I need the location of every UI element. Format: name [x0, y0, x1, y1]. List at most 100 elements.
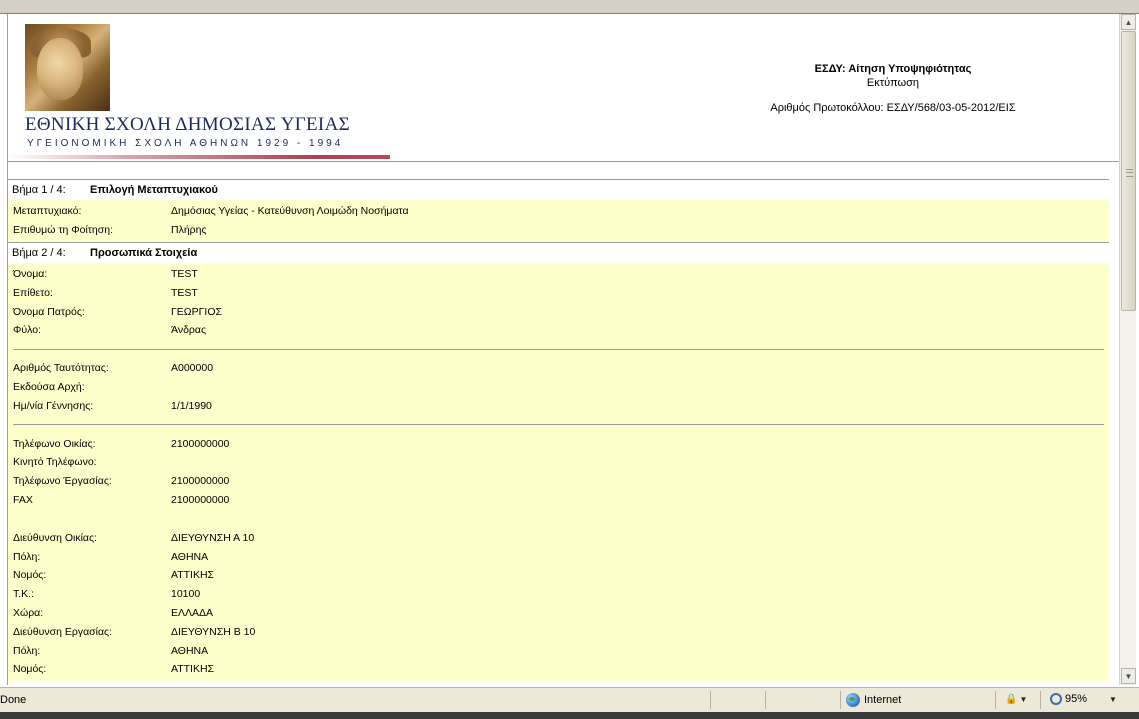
scroll-up-button[interactable]: ▲ — [1121, 14, 1136, 30]
field-label: Φύλο: — [13, 324, 41, 337]
field-value: TEST — [171, 267, 198, 280]
field-label: Τηλέφωνο Οικίας: — [13, 437, 96, 450]
field-label: Νομός: — [13, 663, 47, 676]
field-value: ΑΘΗΝΑ — [171, 644, 209, 657]
field-row: Τ.Κ.: 10100 — [8, 585, 1109, 604]
protocol-number: Αριθμός Πρωτοκόλλου: ΕΣΔΥ/568/03-05-2012… — [770, 102, 1016, 114]
document-print-label: Εκτύπωση — [866, 77, 920, 89]
group-gap — [8, 509, 1109, 528]
application-content: Βήμα 1 / 4: Επιλογή Μεταπτυχιακού Μεταπτυχ… — [8, 179, 1109, 681]
field-label: Νομός: — [13, 569, 47, 582]
field-label: Επιθυμώ τη Φοίτηση: — [13, 224, 114, 237]
field-row: Όνομα: TEST — [8, 265, 1109, 284]
field-label: Διεύθυνση Εργασίας: — [13, 625, 112, 638]
field-row: Εκδούσα Αρχή: — [8, 378, 1109, 397]
field-label: Τ.Κ.: — [13, 588, 35, 601]
school-subtitle: ΥΓΕΙΟΝΟΜΙΚΗ ΣΧΟΛΗ ΑΘΗΝΩΝ 1929 - 1994 — [27, 138, 344, 149]
scroll-thumb[interactable] — [1121, 31, 1136, 311]
field-row: Όνομα Πατρός: ΓΕΩΡΓΙΟΣ — [8, 302, 1109, 321]
step-header: Βήμα 1 / 4: Επιλογή Μεταπτυχιακού — [8, 179, 1109, 200]
field-row: Πόλη: ΑΘΗΝΑ — [8, 547, 1109, 566]
logo-face — [37, 38, 83, 100]
field-row: Επιθυμώ τη Φοίτηση: Πλήρης — [8, 221, 1109, 240]
field-value: ΑΤΤΙΚΗΣ — [171, 569, 215, 582]
field-value: 1/1/1990 — [171, 399, 212, 412]
field-label: Πόλη: — [13, 550, 41, 563]
field-row: Φύλο: Άνδρας — [8, 321, 1109, 340]
field-value: ΕΛΛΑΔΑ — [171, 606, 214, 619]
security-zone[interactable]: Internet — [846, 693, 901, 707]
field-value: ΓΕΩΡΓΙΟΣ — [171, 305, 222, 318]
field-label: Τηλέφωνο Έργασίας: — [13, 475, 112, 488]
globe-icon — [846, 693, 860, 707]
browser-top-edge — [0, 0, 1139, 14]
scroll-down-button[interactable]: ▼ — [1121, 668, 1136, 684]
field-label: FAX — [13, 493, 33, 506]
zoom-level: 95% — [1065, 693, 1088, 705]
field-row: Χώρα: ΕΛΛΑΔΑ — [8, 604, 1109, 623]
status-bar: Done Internet 🔒 ▼ 95% ▼ — [0, 687, 1139, 712]
group-separator — [13, 348, 1104, 350]
field-value: 10100 — [171, 588, 201, 601]
field-value: Δημόσιας Υγείας - Κατεύθυνση Λοιμώδη Νοσ… — [171, 205, 409, 218]
field-value: 2100000000 — [171, 437, 230, 450]
group-separator — [13, 424, 1104, 426]
field-row: Διεύθυνση Οικίας: ΔΙΕΥΘΥΝΣΗ Α 10 — [8, 528, 1109, 547]
field-label: Διεύθυνση Οικίας: — [13, 531, 97, 544]
field-label: Κινητό Τηλέφωνο: — [13, 456, 97, 469]
field-label: Πόλη: — [13, 644, 41, 657]
school-logo-image — [25, 24, 110, 111]
step-title: Επιλογή Μεταπτυχιακού — [90, 184, 218, 196]
field-label: Χώρα: — [13, 606, 44, 619]
field-label: Όνομα Πατρός: — [13, 305, 85, 318]
field-label: Εκδούσα Αρχή: — [13, 380, 85, 393]
field-row: Νομός: ΑΤΤΙΚΗΣ — [8, 660, 1109, 679]
field-value: ΔΙΕΥΘΥΝΣΗ Α 10 — [171, 531, 255, 544]
field-row: Διεύθυνση Εργασίας: ΔΙΕΥΘΥΝΣΗ Β 10 — [8, 622, 1109, 641]
field-value: Α000000 — [171, 362, 214, 375]
field-row: Τηλέφωνο Οικίας: 2100000000 — [8, 434, 1109, 453]
field-value: ΑΤΤΙΚΗΣ — [171, 663, 215, 676]
page-header: ΕΘΝΙΚΗ ΣΧΟΛΗ ΔΗΜΟΣΙΑΣ ΥΓΕΙΑΣ ΥΓΕΙΟΝΟΜΙΚΗ… — [8, 14, 1119, 162]
field-row: Νομός: ΑΤΤΙΚΗΣ — [8, 566, 1109, 585]
step-section: Όνομα: TEST Επίθετο: TEST Όνομα Πατρός: ΓΕΩΡΓ… — [8, 262, 1109, 681]
status-divider — [840, 691, 841, 709]
step-title: Προσωπικά Στοιχεία — [90, 246, 198, 259]
page-viewport: ΕΘΝΙΚΗ ΣΧΟΛΗ ΔΗΜΟΣΙΑΣ ΥΓΕΙΑΣ ΥΓΕΙΟΝΟΜΙΚΗ… — [7, 14, 1119, 685]
field-label: Μεταπτυχιακό: — [13, 205, 82, 218]
protected-mode-icon[interactable]: 🔒 ▼ — [1005, 694, 1027, 705]
field-row: FAX 2100000000 — [8, 491, 1109, 510]
zoom-dropdown-icon[interactable]: ▼ — [1109, 695, 1117, 704]
zoom-control[interactable]: 95% ▼ — [1050, 693, 1117, 705]
step-header: Βήμα 2 / 4: Προσωπικά Στοιχεία — [8, 241, 1109, 263]
field-value: Πλήρης — [171, 224, 207, 237]
field-value: 2100000000 — [171, 475, 230, 488]
status-divider — [710, 691, 711, 709]
field-row: Ημ/νία Γέννησης: 1/1/1990 — [8, 396, 1109, 415]
field-row: Κινητό Τηλέφωνο: — [8, 453, 1109, 472]
field-row: Πόλη: ΑΘΗΝΑ — [8, 641, 1109, 660]
field-row: Επίθετο: TEST — [8, 283, 1109, 302]
logo-underline — [8, 155, 390, 159]
field-label: Αριθμός Ταυτότητας: — [13, 362, 109, 375]
status-divider — [765, 691, 766, 709]
field-value: ΑΘΗΝΑ — [171, 550, 209, 563]
scroll-grip-icon — [1126, 169, 1133, 177]
status-divider — [995, 691, 996, 709]
field-row: Μεταπτυχιακό: Δημόσιας Υγείας - Κατεύθυνσ… — [8, 202, 1109, 221]
field-value: ΔΙΕΥΘΥΝΣΗ Β 10 — [171, 625, 256, 638]
status-divider — [1040, 691, 1041, 709]
taskbar-edge — [0, 712, 1139, 719]
vertical-scrollbar[interactable]: ▲ ▼ — [1119, 14, 1136, 685]
field-label: Όνομα: — [13, 267, 48, 280]
field-row: Αριθμός Ταυτότητας: Α000000 — [8, 359, 1109, 378]
step-number: Βήμα 1 / 4: — [12, 184, 66, 196]
field-label: Ημ/νία Γέννησης: — [13, 399, 94, 412]
step-section: Μεταπτυχιακό: Δημόσιας Υγείας - Κατεύθυνσ… — [8, 200, 1109, 242]
magnifier-icon — [1050, 693, 1062, 705]
zone-label: Internet — [864, 694, 902, 706]
field-value: TEST — [171, 286, 198, 299]
document-title: ΕΣΔΥ: Αίτηση Υποψηφιότητας — [814, 63, 972, 75]
field-row: Τηλέφωνο Έργασίας: 2100000000 — [8, 472, 1109, 491]
step-number: Βήμα 2 / 4: — [12, 246, 66, 259]
